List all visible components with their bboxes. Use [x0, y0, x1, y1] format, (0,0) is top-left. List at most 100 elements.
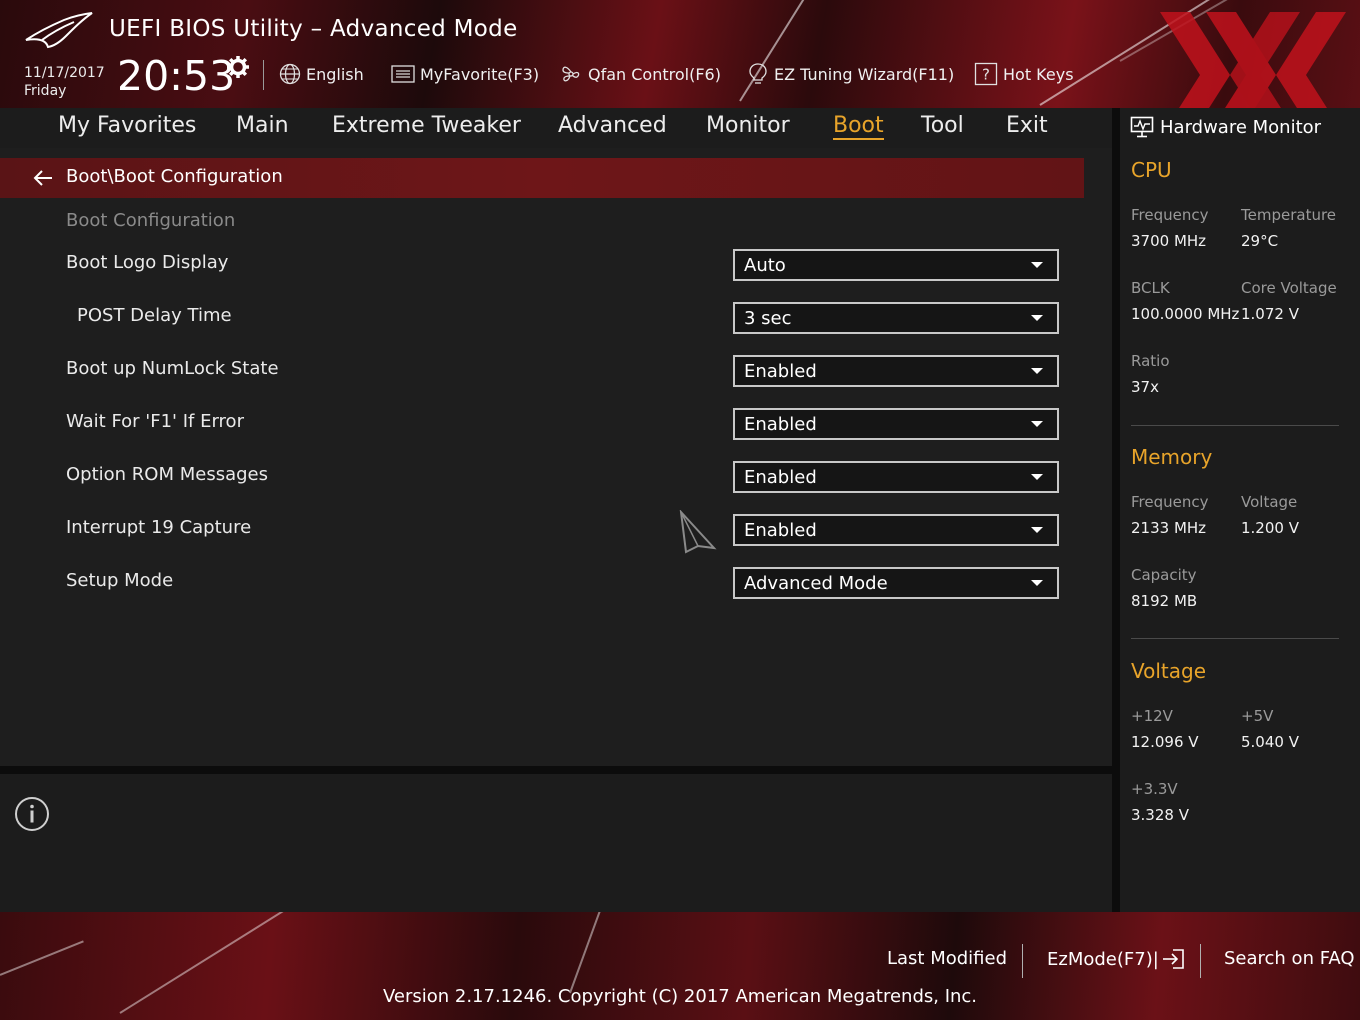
setting-label: Setup Mode	[66, 570, 174, 591]
ez-tuning-wizard-button[interactable]: EZ Tuning Wizard(F11)	[747, 60, 954, 88]
select-value: Enabled	[744, 466, 817, 488]
v5-value: 5.040 V	[1241, 733, 1299, 751]
chevron-down-icon	[1031, 262, 1043, 268]
back-arrow-icon[interactable]	[32, 168, 54, 188]
select-value: Enabled	[744, 413, 817, 435]
gear-icon[interactable]	[226, 55, 250, 79]
v33-label: +3.3V	[1131, 780, 1178, 798]
hot-keys-button[interactable]: ? Hot Keys	[974, 60, 1074, 88]
boot-logo-display-select[interactable]: Auto	[733, 249, 1059, 281]
ezmode-button[interactable]: EzMode(F7)|	[1047, 948, 1185, 970]
content-divider	[0, 766, 1112, 774]
main-menu-tabs: My Favorites Main Extreme Tweaker Advanc…	[0, 108, 1112, 148]
voltage-section-title: Voltage	[1131, 659, 1207, 683]
select-value: Enabled	[744, 360, 817, 382]
search-faq-button[interactable]: Search on FAQ	[1224, 948, 1355, 969]
clock-display[interactable]: 20:53	[117, 52, 235, 100]
decorative-streak	[0, 940, 84, 976]
post-delay-time-select[interactable]: 3 sec	[733, 302, 1059, 334]
header-bar: UEFI BIOS Utility – Advanced Mode 11/17/…	[0, 0, 1360, 108]
tab-main[interactable]: Main	[236, 113, 289, 138]
select-value: Advanced Mode	[744, 572, 888, 594]
language-button[interactable]: English	[279, 60, 364, 88]
breadcrumb-path: Boot\Boot Configuration	[66, 166, 283, 187]
cpu-section-title: CPU	[1131, 158, 1172, 182]
chevron-down-icon	[1031, 527, 1043, 533]
section-title: Boot Configuration	[66, 210, 236, 231]
qfan-control-button[interactable]: Qfan Control(F6)	[559, 60, 721, 88]
memory-capacity-value: 8192 MB	[1131, 592, 1198, 610]
window-title: UEFI BIOS Utility – Advanced Mode	[109, 16, 518, 42]
select-value: Enabled	[744, 519, 817, 541]
breadcrumb: Boot\Boot Configuration	[0, 158, 1084, 198]
fan-icon	[562, 66, 580, 82]
panel-divider	[1112, 108, 1120, 912]
interrupt-19-capture-select[interactable]: Enabled	[733, 514, 1059, 546]
date-text: 11/17/2017	[24, 65, 105, 81]
tab-tool[interactable]: Tool	[921, 113, 964, 138]
memory-frequency-label: Frequency	[1131, 493, 1209, 511]
cpu-frequency-label: Frequency	[1131, 206, 1209, 224]
tab-advanced[interactable]: Advanced	[558, 113, 667, 138]
numlock-state-select[interactable]: Enabled	[733, 355, 1059, 387]
memory-voltage-label: Voltage	[1241, 493, 1298, 511]
qfan-control-label: Qfan Control(F6)	[588, 64, 721, 84]
section-divider	[1131, 425, 1339, 426]
select-value: 3 sec	[744, 307, 792, 329]
memory-section-title: Memory	[1131, 445, 1213, 469]
chevron-down-icon	[1031, 421, 1043, 427]
chevron-down-icon	[1031, 315, 1043, 321]
memory-voltage-value: 1.200 V	[1241, 519, 1299, 537]
settings-panel: Boot\Boot Configuration Boot Configurati…	[0, 148, 1112, 766]
question-icon: ?	[974, 62, 998, 86]
tab-my-favorites[interactable]: My Favorites	[58, 113, 196, 138]
bclk-label: BCLK	[1131, 279, 1170, 297]
tab-boot[interactable]: Boot	[833, 113, 884, 140]
cpu-temperature-label: Temperature	[1241, 206, 1337, 224]
footer-bar: Last Modified EzMode(F7)| Search on FAQ …	[0, 912, 1360, 1020]
decorative-streak	[569, 912, 609, 994]
language-label: English	[306, 64, 364, 84]
version-copyright: Version 2.17.1246. Copyright (C) 2017 Am…	[382, 986, 978, 1007]
core-voltage-label: Core Voltage	[1241, 279, 1337, 297]
v12-label: +12V	[1131, 707, 1173, 725]
cpu-frequency-value: 3700 MHz	[1131, 232, 1207, 250]
exit-arrow-icon	[1162, 949, 1184, 969]
lightbulb-icon	[749, 63, 767, 84]
select-value: Auto	[744, 254, 786, 276]
globe-icon	[279, 63, 301, 85]
chevron-down-icon	[1031, 368, 1043, 374]
wait-f1-error-select[interactable]: Enabled	[733, 408, 1059, 440]
tab-monitor[interactable]: Monitor	[706, 113, 790, 138]
ezmode-label: EzMode(F7)|	[1047, 948, 1159, 970]
footer-separator	[1200, 944, 1201, 978]
setting-label: POST Delay Time	[77, 305, 232, 326]
chevron-down-icon	[1031, 580, 1043, 586]
hardware-monitor-panel: Hardware Monitor CPU Frequency Temperatu…	[1120, 108, 1360, 912]
tab-extreme-tweaker[interactable]: Extreme Tweaker	[332, 113, 521, 138]
setting-label: Wait For 'F1' If Error	[66, 411, 244, 432]
ratio-label: Ratio	[1131, 352, 1170, 370]
header-separator	[263, 60, 264, 90]
setting-label: Option ROM Messages	[66, 464, 268, 485]
rog-logo-icon	[25, 12, 93, 49]
setup-mode-select[interactable]: Advanced Mode	[733, 567, 1059, 599]
tab-exit[interactable]: Exit	[1006, 113, 1048, 138]
cpu-temperature-value: 29°C	[1241, 232, 1279, 250]
monitor-icon	[1130, 116, 1154, 138]
svg-text:?: ?	[982, 66, 990, 84]
v5-label: +5V	[1241, 707, 1274, 725]
setting-label: Boot up NumLock State	[66, 358, 279, 379]
setting-label: Boot Logo Display	[66, 252, 229, 273]
ratio-value: 37x	[1131, 378, 1159, 396]
hot-keys-label: Hot Keys	[1003, 64, 1074, 84]
info-icon	[15, 797, 49, 831]
myfavorite-label: MyFavorite(F3)	[420, 64, 540, 84]
ez-tuning-wizard-label: EZ Tuning Wizard(F11)	[774, 64, 955, 84]
last-modified-button[interactable]: Last Modified	[887, 948, 1007, 969]
hardware-monitor-title: Hardware Monitor	[1160, 116, 1322, 138]
memory-capacity-label: Capacity	[1131, 566, 1197, 584]
chevron-down-icon	[1031, 474, 1043, 480]
option-rom-messages-select[interactable]: Enabled	[733, 461, 1059, 493]
myfavorite-button[interactable]: MyFavorite(F3)	[391, 60, 539, 88]
